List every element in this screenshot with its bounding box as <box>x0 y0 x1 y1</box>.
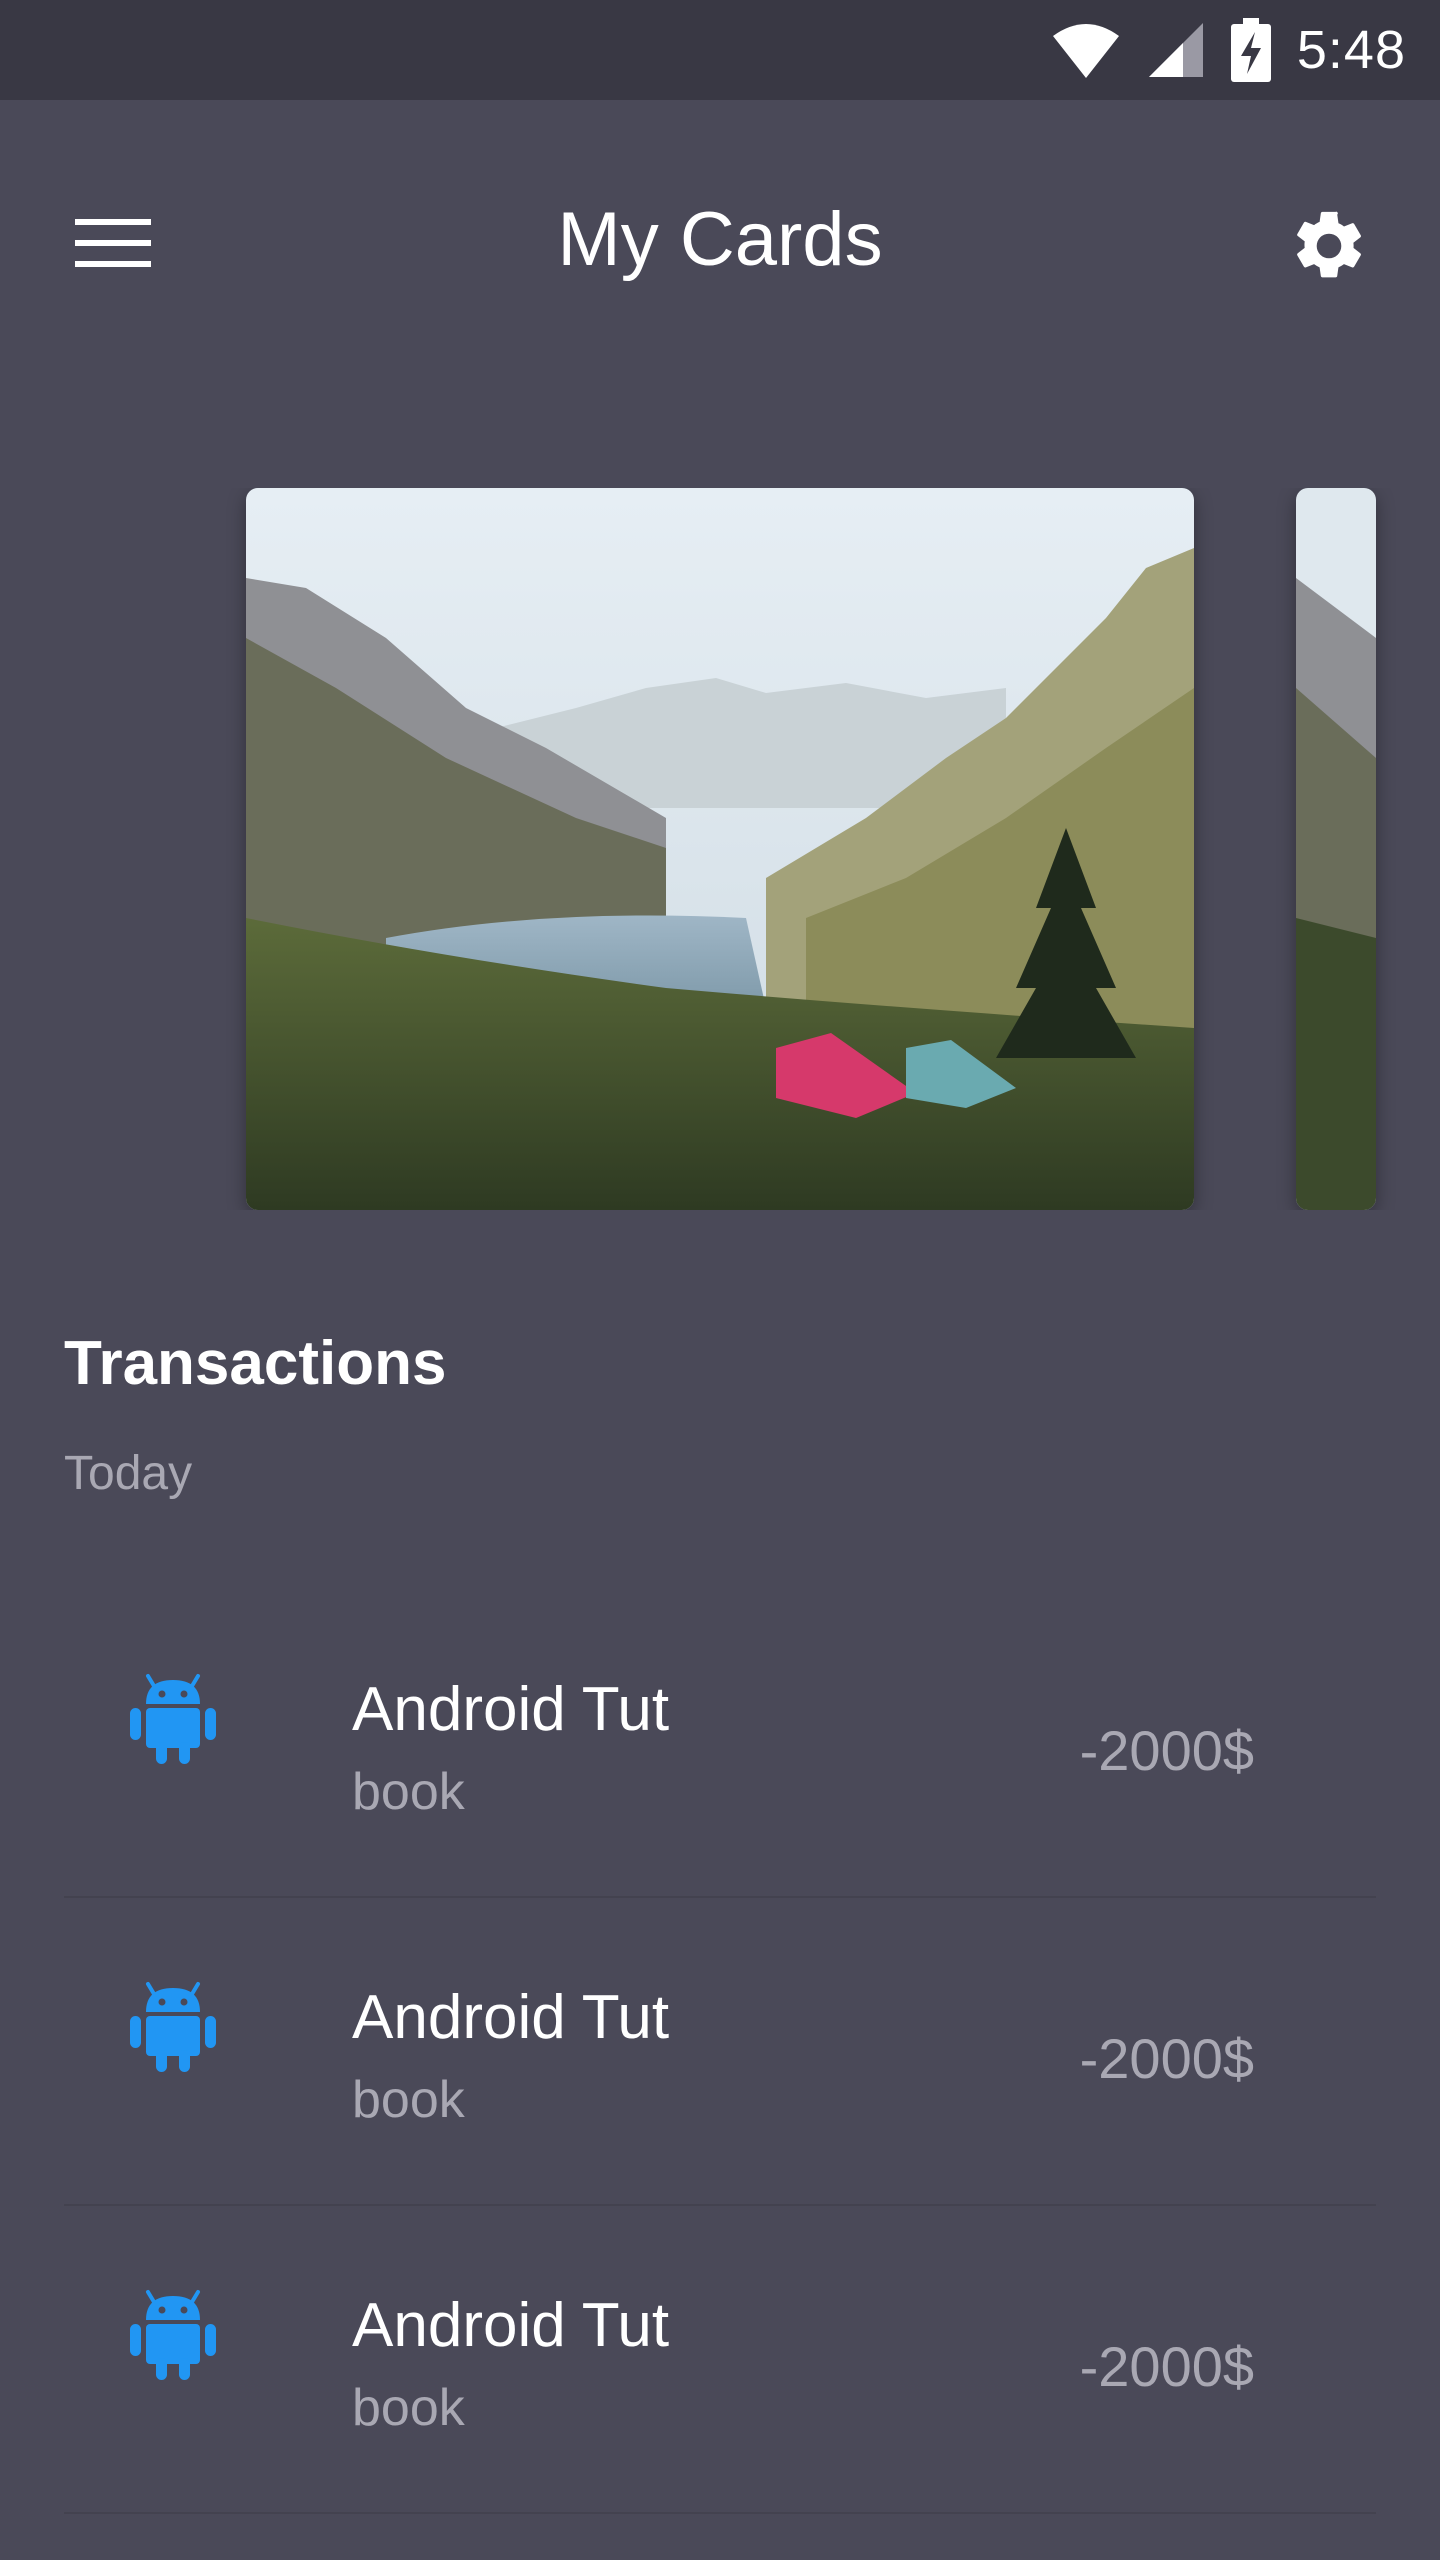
android-icon <box>130 2290 216 2380</box>
transactions-title: Transactions <box>64 1329 447 1398</box>
transaction-row[interactable]: Android Tut book -2000$ <box>64 2206 1376 2514</box>
card-carousel[interactable] <box>0 488 1440 1210</box>
gear-icon[interactable] <box>1270 194 1388 298</box>
status-time: 5:48 <box>1296 20 1406 80</box>
battery-charging-icon <box>1230 18 1271 82</box>
transaction-category: book <box>352 2379 465 2437</box>
android-icon <box>130 1982 216 2072</box>
transaction-amount: -2000$ <box>1079 2027 1254 2090</box>
transaction-row[interactable]: Android Tut book -2000$ <box>64 1590 1376 1898</box>
transaction-list: Android Tut book -2000$ Android Tut book… <box>64 1590 1376 2514</box>
card-image <box>1296 488 1376 1210</box>
card-next[interactable] <box>1296 488 1376 1210</box>
transaction-title: Android Tut <box>352 1983 670 2052</box>
transaction-category: book <box>352 2071 465 2129</box>
transaction-category: book <box>352 1763 465 1821</box>
transaction-title: Android Tut <box>352 1675 670 1744</box>
transaction-amount: -2000$ <box>1079 1719 1254 1782</box>
transaction-title: Android Tut <box>352 2291 670 2360</box>
transaction-amount: -2000$ <box>1079 2335 1254 2398</box>
android-icon <box>130 1674 216 1764</box>
app-bar: My Cards <box>0 100 1440 382</box>
card-image <box>246 488 1194 1210</box>
wifi-icon <box>1052 24 1119 78</box>
page-title: My Cards <box>557 197 883 282</box>
transaction-row[interactable]: Android Tut book -2000$ <box>64 1898 1376 2206</box>
card-main[interactable] <box>246 488 1194 1210</box>
cellular-signal-icon <box>1148 23 1203 77</box>
status-bar: 5:48 <box>0 0 1440 100</box>
transactions-date-label: Today <box>64 1447 193 1500</box>
